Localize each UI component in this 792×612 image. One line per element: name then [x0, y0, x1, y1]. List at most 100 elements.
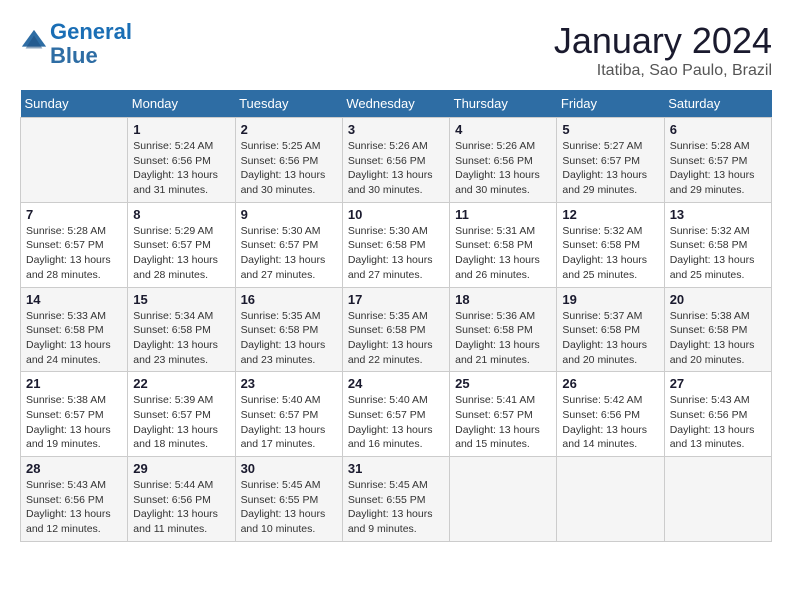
calendar-cell: 6 Sunrise: 5:28 AM Sunset: 6:57 PM Daylig…: [664, 118, 771, 203]
day-number: 29: [133, 461, 229, 476]
day-info: Sunrise: 5:28 AM Sunset: 6:57 PM Dayligh…: [26, 224, 122, 283]
calendar-cell: [21, 118, 128, 203]
logo-line1: General: [50, 19, 132, 44]
column-header-friday: Friday: [557, 90, 664, 118]
calendar-cell: 28Sunrise: 5:43 AM Sunset: 6:56 PM Dayli…: [21, 457, 128, 542]
title-area: January 2024 Itatiba, Sao Paulo, Brazil: [554, 20, 772, 80]
calendar-week-row: 7 Sunrise: 5:28 AM Sunset: 6:57 PM Daylig…: [21, 202, 772, 287]
day-number: 30: [241, 461, 337, 476]
day-info: Sunrise: 5:37 AM Sunset: 6:58 PM Dayligh…: [562, 309, 658, 368]
day-number: 25: [455, 376, 551, 391]
day-info: Sunrise: 5:40 AM Sunset: 6:57 PM Dayligh…: [241, 393, 337, 452]
day-info: Sunrise: 5:42 AM Sunset: 6:56 PM Dayligh…: [562, 393, 658, 452]
day-number: 31: [348, 461, 444, 476]
month-title: January 2024: [554, 20, 772, 62]
day-info: Sunrise: 5:31 AM Sunset: 6:58 PM Dayligh…: [455, 224, 551, 283]
page-header: General Blue January 2024 Itatiba, Sao P…: [20, 20, 772, 80]
day-info: Sunrise: 5:45 AM Sunset: 6:55 PM Dayligh…: [348, 478, 444, 537]
logo: General Blue: [20, 20, 132, 68]
calendar-header-row: SundayMondayTuesdayWednesdayThursdayFrid…: [21, 90, 772, 118]
day-info: Sunrise: 5:25 AM Sunset: 6:56 PM Dayligh…: [241, 139, 337, 198]
calendar-cell: [557, 457, 664, 542]
day-number: 1: [133, 122, 229, 137]
calendar-cell: 13 Sunrise: 5:32 AM Sunset: 6:58 PM Dayli…: [664, 202, 771, 287]
calendar-cell: [450, 457, 557, 542]
day-number: 15: [133, 292, 229, 307]
calendar-cell: 15 Sunrise: 5:34 AM Sunset: 6:58 PM Dayli…: [128, 287, 235, 372]
day-info: Sunrise: 5:35 AM Sunset: 6:58 PM Dayligh…: [241, 309, 337, 368]
day-info: Sunrise: 5:24 AM Sunset: 6:56 PM Dayligh…: [133, 139, 229, 198]
calendar-cell: 4 Sunrise: 5:26 AM Sunset: 6:56 PM Daylig…: [450, 118, 557, 203]
day-number: 27: [670, 376, 766, 391]
location: Itatiba, Sao Paulo, Brazil: [554, 62, 772, 80]
day-info: Sunrise: 5:26 AM Sunset: 6:56 PM Dayligh…: [348, 139, 444, 198]
day-number: 24: [348, 376, 444, 391]
day-number: 9: [241, 207, 337, 222]
day-number: 12: [562, 207, 658, 222]
calendar-cell: 1 Sunrise: 5:24 AM Sunset: 6:56 PM Daylig…: [128, 118, 235, 203]
calendar-cell: 16Sunrise: 5:35 AM Sunset: 6:58 PM Dayli…: [235, 287, 342, 372]
day-info: Sunrise: 5:44 AM Sunset: 6:56 PM Dayligh…: [133, 478, 229, 537]
day-number: 4: [455, 122, 551, 137]
calendar-cell: 30 Sunrise: 5:45 AM Sunset: 6:55 PM Dayli…: [235, 457, 342, 542]
calendar-cell: 3 Sunrise: 5:26 AM Sunset: 6:56 PM Daylig…: [342, 118, 449, 203]
day-info: Sunrise: 5:32 AM Sunset: 6:58 PM Dayligh…: [562, 224, 658, 283]
day-info: Sunrise: 5:30 AM Sunset: 6:57 PM Dayligh…: [241, 224, 337, 283]
column-header-monday: Monday: [128, 90, 235, 118]
day-info: Sunrise: 5:43 AM Sunset: 6:56 PM Dayligh…: [670, 393, 766, 452]
calendar-week-row: 21 Sunrise: 5:38 AM Sunset: 6:57 PM Dayli…: [21, 372, 772, 457]
calendar-week-row: 1 Sunrise: 5:24 AM Sunset: 6:56 PM Daylig…: [21, 118, 772, 203]
calendar-cell: 31 Sunrise: 5:45 AM Sunset: 6:55 PM Dayli…: [342, 457, 449, 542]
calendar-cell: 12 Sunrise: 5:32 AM Sunset: 6:58 PM Dayli…: [557, 202, 664, 287]
day-info: Sunrise: 5:45 AM Sunset: 6:55 PM Dayligh…: [241, 478, 337, 537]
day-number: 21: [26, 376, 122, 391]
calendar-cell: 7 Sunrise: 5:28 AM Sunset: 6:57 PM Daylig…: [21, 202, 128, 287]
day-number: 6: [670, 122, 766, 137]
day-info: Sunrise: 5:35 AM Sunset: 6:58 PM Dayligh…: [348, 309, 444, 368]
calendar-cell: 22Sunrise: 5:39 AM Sunset: 6:57 PM Dayli…: [128, 372, 235, 457]
calendar-cell: 2Sunrise: 5:25 AM Sunset: 6:56 PM Daylig…: [235, 118, 342, 203]
calendar-cell: 14 Sunrise: 5:33 AM Sunset: 6:58 PM Dayli…: [21, 287, 128, 372]
day-info: Sunrise: 5:38 AM Sunset: 6:57 PM Dayligh…: [26, 393, 122, 452]
calendar-cell: 11Sunrise: 5:31 AM Sunset: 6:58 PM Dayli…: [450, 202, 557, 287]
calendar-cell: 27 Sunrise: 5:43 AM Sunset: 6:56 PM Dayli…: [664, 372, 771, 457]
day-number: 14: [26, 292, 122, 307]
day-number: 5: [562, 122, 658, 137]
day-info: Sunrise: 5:36 AM Sunset: 6:58 PM Dayligh…: [455, 309, 551, 368]
calendar-cell: 29 Sunrise: 5:44 AM Sunset: 6:56 PM Dayli…: [128, 457, 235, 542]
calendar-cell: 5Sunrise: 5:27 AM Sunset: 6:57 PM Daylig…: [557, 118, 664, 203]
day-number: 3: [348, 122, 444, 137]
column-header-saturday: Saturday: [664, 90, 771, 118]
day-info: Sunrise: 5:33 AM Sunset: 6:58 PM Dayligh…: [26, 309, 122, 368]
calendar-cell: 23Sunrise: 5:40 AM Sunset: 6:57 PM Dayli…: [235, 372, 342, 457]
day-info: Sunrise: 5:30 AM Sunset: 6:58 PM Dayligh…: [348, 224, 444, 283]
calendar-cell: 9 Sunrise: 5:30 AM Sunset: 6:57 PM Daylig…: [235, 202, 342, 287]
day-number: 10: [348, 207, 444, 222]
day-number: 8: [133, 207, 229, 222]
day-info: Sunrise: 5:26 AM Sunset: 6:56 PM Dayligh…: [455, 139, 551, 198]
column-header-thursday: Thursday: [450, 90, 557, 118]
day-number: 28: [26, 461, 122, 476]
calendar-cell: 25Sunrise: 5:41 AM Sunset: 6:57 PM Dayli…: [450, 372, 557, 457]
day-number: 20: [670, 292, 766, 307]
day-number: 13: [670, 207, 766, 222]
day-info: Sunrise: 5:34 AM Sunset: 6:58 PM Dayligh…: [133, 309, 229, 368]
calendar-cell: 21 Sunrise: 5:38 AM Sunset: 6:57 PM Dayli…: [21, 372, 128, 457]
calendar-cell: 26Sunrise: 5:42 AM Sunset: 6:56 PM Dayli…: [557, 372, 664, 457]
day-info: Sunrise: 5:29 AM Sunset: 6:57 PM Dayligh…: [133, 224, 229, 283]
calendar-cell: 10 Sunrise: 5:30 AM Sunset: 6:58 PM Dayli…: [342, 202, 449, 287]
logo-icon: [20, 28, 48, 56]
calendar-cell: [664, 457, 771, 542]
day-number: 17: [348, 292, 444, 307]
calendar-cell: 8 Sunrise: 5:29 AM Sunset: 6:57 PM Daylig…: [128, 202, 235, 287]
logo-text: General Blue: [50, 20, 132, 68]
day-number: 18: [455, 292, 551, 307]
day-number: 19: [562, 292, 658, 307]
day-info: Sunrise: 5:32 AM Sunset: 6:58 PM Dayligh…: [670, 224, 766, 283]
column-header-wednesday: Wednesday: [342, 90, 449, 118]
column-header-sunday: Sunday: [21, 90, 128, 118]
calendar-cell: 24Sunrise: 5:40 AM Sunset: 6:57 PM Dayli…: [342, 372, 449, 457]
day-number: 7: [26, 207, 122, 222]
day-info: Sunrise: 5:28 AM Sunset: 6:57 PM Dayligh…: [670, 139, 766, 198]
column-header-tuesday: Tuesday: [235, 90, 342, 118]
